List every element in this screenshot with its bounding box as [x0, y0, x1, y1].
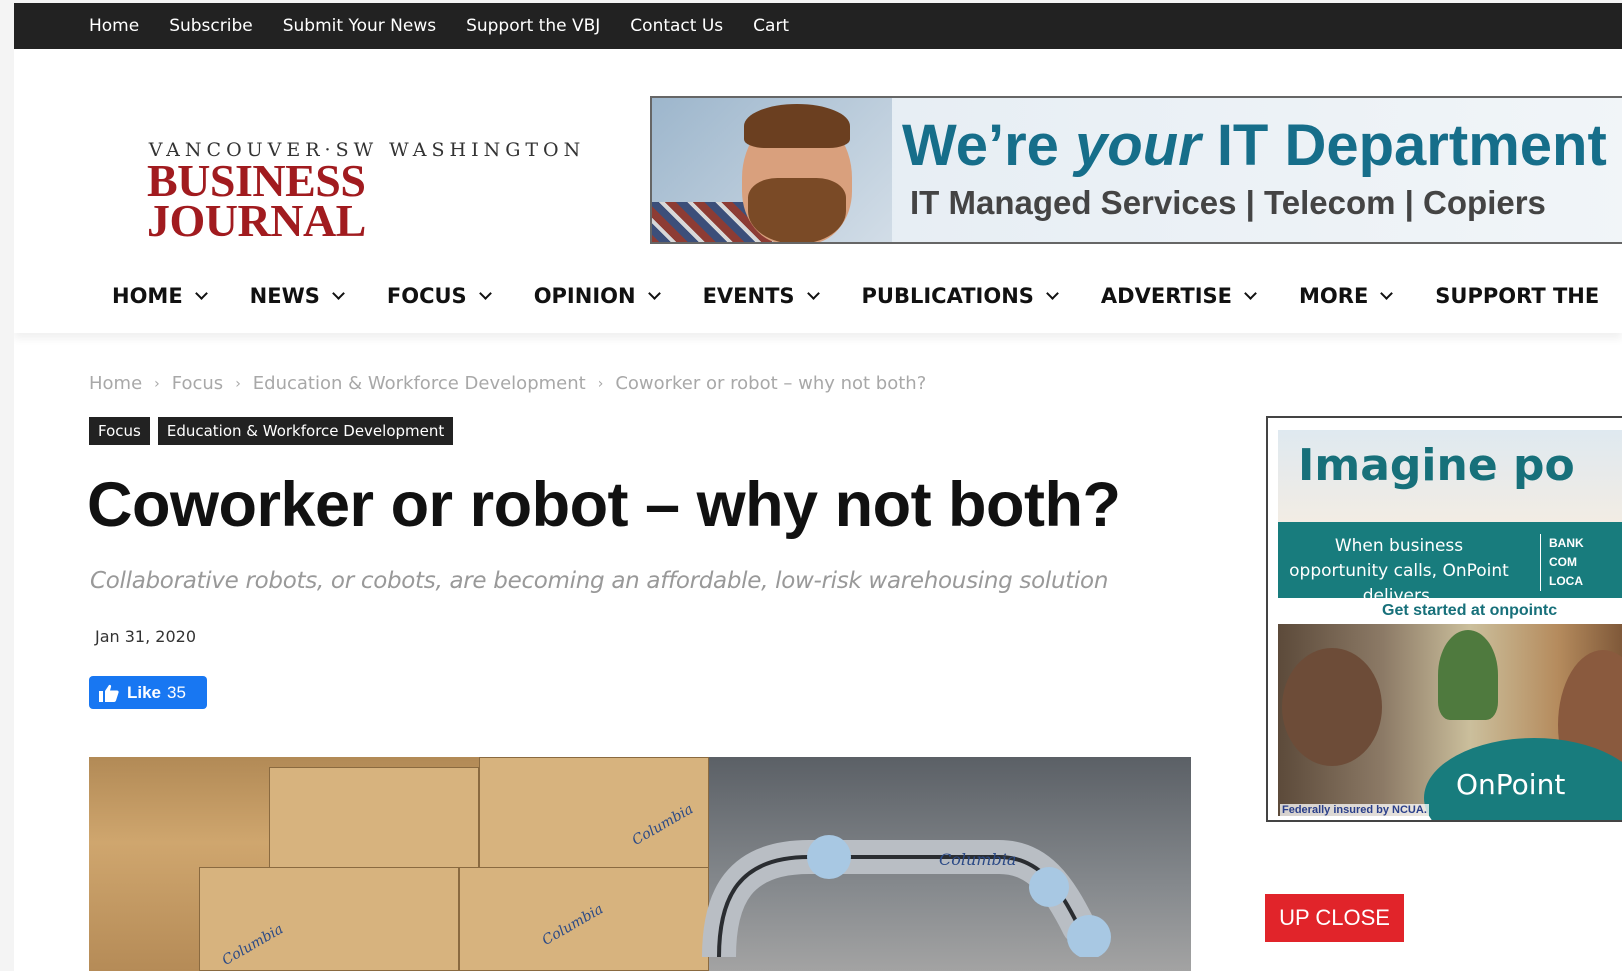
breadcrumb-separator: › — [154, 375, 160, 392]
category-tags: Focus Education & Workforce Development — [89, 417, 461, 445]
top-links: Home Subscribe Submit Your News Support … — [89, 3, 819, 49]
side-ad-teal-text: When business opportunity calls, OnPoint… — [1289, 536, 1509, 606]
onpoint-logo: OnPoint — [1456, 768, 1566, 801]
nav-publications[interactable]: PUBLICATIONS — [861, 284, 1059, 308]
nav-support-label: SUPPORT THE — [1435, 284, 1600, 308]
sidebar-ad[interactable]: Imagine po When business opportunity cal… — [1266, 416, 1622, 822]
nav-more-label: MORE — [1299, 284, 1369, 308]
article-subtitle: Collaborative robots, or cobots, are bec… — [90, 568, 1109, 594]
banner-headline-post: IT Department — [1200, 113, 1607, 178]
page: Home Subscribe Submit Your News Support … — [14, 3, 1622, 971]
nav-events-label: EVENTS — [702, 284, 795, 308]
banner-photo — [652, 98, 892, 242]
main-nav: HOME NEWS FOCUS OPINION EVENTS PUBLICATI… — [14, 265, 1622, 333]
top-link-support[interactable]: Support the VBJ — [466, 16, 600, 36]
side-ad-right-line: BANK — [1549, 536, 1584, 550]
top-link-submit-news[interactable]: Submit Your News — [283, 16, 436, 36]
chevron-down-icon — [194, 286, 208, 300]
breadcrumb-separator: › — [597, 375, 604, 392]
chevron-down-icon — [1244, 286, 1257, 300]
side-ad-headline: Imagine po — [1298, 440, 1575, 491]
logo-line-2: BUSINESS JOURNAL — [147, 155, 366, 246]
nav-opinion[interactable]: OPINION — [533, 284, 661, 308]
nav-news[interactable]: NEWS — [249, 284, 345, 308]
banner-headline: We’re your IT Department — [902, 112, 1607, 179]
main-nav-items: HOME NEWS FOCUS OPINION EVENTS PUBLICATI… — [112, 265, 1599, 327]
banner-subline: IT Managed Services | Telecom | Copiers — [910, 184, 1546, 221]
chevron-down-icon — [806, 286, 820, 300]
person-shape — [1282, 648, 1382, 766]
tag-focus[interactable]: Focus — [89, 417, 150, 445]
breadcrumb-home[interactable]: Home — [89, 373, 142, 394]
chevron-down-icon — [332, 286, 345, 300]
hair-shape — [744, 104, 850, 148]
nav-support[interactable]: SUPPORT THE — [1435, 284, 1599, 308]
nav-news-label: NEWS — [249, 284, 320, 308]
article-title: Coworker or robot – why not both? — [87, 470, 1121, 540]
nav-events[interactable]: EVENTS — [702, 284, 820, 308]
banner-headline-em: your — [1075, 113, 1201, 178]
top-link-home[interactable]: Home — [89, 16, 139, 36]
banner-headline-pre: We’re — [902, 113, 1076, 178]
nav-more[interactable]: MORE — [1299, 284, 1394, 308]
chevron-down-icon — [647, 286, 661, 300]
plant-shape — [1438, 630, 1498, 720]
chevron-down-icon — [478, 286, 492, 300]
top-link-contact[interactable]: Contact Us — [630, 16, 723, 36]
breadcrumb: Home › Focus › Education & Workforce Dev… — [89, 373, 926, 394]
like-label: Like — [127, 682, 162, 702]
arm-label: Columbia — [939, 850, 1016, 869]
breadcrumb-separator: › — [235, 375, 241, 392]
site-logo[interactable]: VANCOUVER·SW WASHINGTON BUSINESS JOURNAL — [147, 139, 587, 246]
chevron-down-icon — [1380, 286, 1394, 300]
tag-education[interactable]: Education & Workforce Development — [157, 417, 454, 445]
side-ad-disclaimer: Federally insured by NCUA. — [1280, 804, 1429, 816]
side-ad-teal-right: BANK COM LOCA — [1540, 534, 1584, 591]
breadcrumb-current: Coworker or robot – why not both? — [615, 373, 927, 394]
nav-focus-label: FOCUS — [386, 284, 467, 308]
chevron-down-icon — [1046, 286, 1059, 300]
side-ad-teal-band: When business opportunity calls, OnPoint… — [1278, 522, 1622, 606]
top-link-cart[interactable]: Cart — [753, 16, 789, 36]
side-ad-right-line: LOCA — [1549, 574, 1583, 588]
facebook-like-button[interactable]: Like 35 — [89, 676, 207, 709]
robot-arm: Columbia — [702, 835, 1111, 957]
thumbs-up-icon — [99, 684, 119, 702]
nav-publications-label: PUBLICATIONS — [861, 284, 1034, 308]
like-count: 35 — [167, 682, 186, 702]
breadcrumb-focus[interactable]: Focus — [172, 373, 223, 394]
nav-home-label: HOME — [112, 284, 183, 308]
top-bar: Home Subscribe Submit Your News Support … — [14, 3, 1622, 49]
nav-home[interactable]: HOME — [112, 284, 208, 308]
nav-focus[interactable]: FOCUS — [386, 284, 492, 308]
side-ad-cta: Get started at onpointc — [1382, 602, 1558, 619]
banner-ad[interactable]: We’re your IT Department IT Managed Serv… — [650, 96, 1622, 244]
side-ad-right-line: COM — [1549, 555, 1577, 569]
article-date: Jan 31, 2020 — [95, 627, 196, 646]
breadcrumb-education[interactable]: Education & Workforce Development — [253, 373, 586, 394]
nav-advertise[interactable]: ADVERTISE — [1100, 284, 1257, 308]
beard-shape — [748, 178, 846, 242]
nav-advertise-label: ADVERTISE — [1100, 284, 1233, 308]
article-hero-image: Columbia Columbia Columbia Columbia — [89, 757, 1191, 971]
cardboard-boxes: Columbia Columbia Columbia — [89, 757, 709, 971]
nav-opinion-label: OPINION — [533, 284, 636, 308]
up-close-label[interactable]: UP CLOSE — [1265, 894, 1404, 942]
top-link-subscribe[interactable]: Subscribe — [169, 16, 253, 36]
